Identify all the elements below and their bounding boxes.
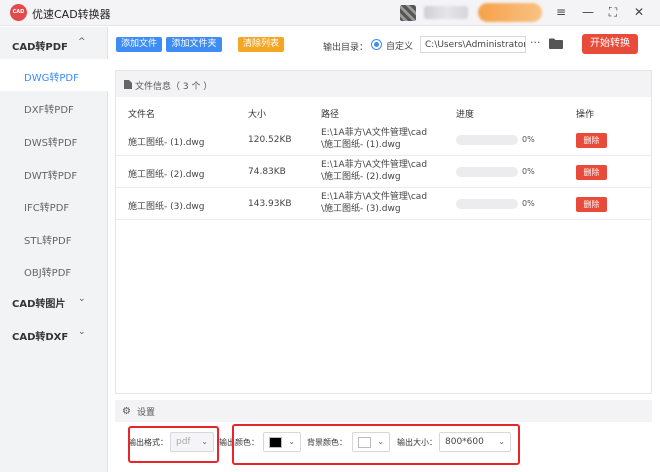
file-path: E:\1A菲方\A文件管理\cad \施工图纸- (3).dwg xyxy=(321,191,427,215)
app-title: 优速CAD转换器 xyxy=(32,8,111,21)
vip-badge-blurred[interactable] xyxy=(478,3,542,22)
file-path: E:\1A菲方\A文件管理\cad \施工图纸- (2).dwg xyxy=(321,159,427,183)
file-list-panel: 文件信息（ 3 个 ） 文件名 大小 路径 进度 操作 施工图纸- (1).dw… xyxy=(115,70,652,394)
chevron-up-icon: ^ xyxy=(78,37,86,47)
file-size: 120.52KB xyxy=(248,135,292,145)
sidebar-item-label: IFC转PDF xyxy=(24,203,70,214)
add-file-button[interactable]: 添加文件 xyxy=(116,37,162,52)
file-path-line: \施工图纸- (1).dwg xyxy=(321,140,401,150)
folder-icon[interactable] xyxy=(549,38,563,49)
column-header-size: 大小 xyxy=(248,110,267,120)
progress-percent: 0% xyxy=(522,135,535,144)
add-folder-button[interactable]: 添加文件夹 xyxy=(166,37,222,52)
file-path-line: \施工图纸- (2).dwg xyxy=(321,172,401,182)
title-bar: CAD 优速CAD转换器 ≡ — ⛶ ✕ xyxy=(0,0,660,26)
column-header-path: 路径 xyxy=(321,110,340,120)
sidebar-item-stl-to-pdf[interactable]: STL转PDF xyxy=(0,222,108,254)
sidebar-group-label: CAD转PDF xyxy=(12,42,68,53)
column-header-action: 操作 xyxy=(576,110,595,120)
sidebar-group-label: CAD转图片 xyxy=(12,299,66,310)
output-dir-label: 输出目录： xyxy=(323,43,369,53)
sidebar-group-cad-to-dxf[interactable]: CAD转DXF ⌄ xyxy=(0,319,108,349)
progress-percent: 0% xyxy=(522,199,535,208)
user-name-blurred xyxy=(424,6,468,19)
clear-list-button[interactable]: 清除列表 xyxy=(238,37,284,52)
delete-button[interactable]: 删除 xyxy=(576,197,607,212)
sidebar-group-label: CAD转DXF xyxy=(12,332,69,343)
file-name: 施工图纸- (3).dwg xyxy=(128,202,205,212)
file-path-line: E:\1A菲方\A文件管理\cad xyxy=(321,192,428,202)
sidebar-item-label: DWT转PDF xyxy=(24,171,78,182)
file-path-line: \施工图纸- (3).dwg xyxy=(321,204,401,214)
sidebar-item-label: DXF转PDF xyxy=(24,105,74,116)
file-path: E:\1A菲方\A文件管理\cad \施工图纸- (1).dwg xyxy=(321,127,427,151)
delete-button[interactable]: 删除 xyxy=(576,133,607,148)
file-name: 施工图纸- (1).dwg xyxy=(128,138,205,148)
gear-icon: ⚙ xyxy=(122,406,131,417)
output-path-input[interactable] xyxy=(420,36,526,53)
menu-icon[interactable]: ≡ xyxy=(553,4,569,20)
file-name: 施工图纸- (2).dwg xyxy=(128,170,205,180)
file-info-title: 文件信息（ 3 个 ） xyxy=(135,82,213,92)
sidebar-group-cad-to-pdf[interactable]: CAD转PDF ^ xyxy=(0,29,108,59)
more-options-icon[interactable]: ··· xyxy=(530,36,541,49)
progress-percent: 0% xyxy=(522,167,535,176)
highlight-box-colors-size xyxy=(232,424,520,465)
table-row: 施工图纸- (2).dwg 74.83KB E:\1A菲方\A文件管理\cad … xyxy=(116,156,651,188)
file-size: 143.93KB xyxy=(248,199,292,209)
table-row: 施工图纸- (3).dwg 143.93KB E:\1A菲方\A文件管理\cad… xyxy=(116,188,651,220)
file-icon xyxy=(124,80,132,89)
file-info-header: 文件信息（ 3 个 ） xyxy=(116,71,651,97)
delete-button[interactable]: 删除 xyxy=(576,165,607,180)
file-size: 74.83KB xyxy=(248,167,286,177)
custom-dir-label[interactable]: 自定义 xyxy=(386,39,413,52)
sidebar-group-cad-to-image[interactable]: CAD转图片 ⌄ xyxy=(0,286,108,316)
sidebar-item-dwt-to-pdf[interactable]: DWT转PDF xyxy=(0,157,108,189)
close-icon[interactable]: ✕ xyxy=(631,4,647,20)
chevron-down-icon: ⌄ xyxy=(78,294,86,304)
maximize-icon[interactable]: ⛶ xyxy=(605,4,621,20)
custom-dir-radio[interactable] xyxy=(371,39,382,50)
file-path-line: E:\1A菲方\A文件管理\cad xyxy=(321,128,428,138)
sidebar-item-label: DWS转PDF xyxy=(24,138,78,149)
sidebar-item-label: DWG转PDF xyxy=(24,73,79,84)
start-convert-button[interactable]: 开始转换 xyxy=(582,34,638,54)
file-path-line: E:\1A菲方\A文件管理\cad xyxy=(321,160,428,170)
app-logo: CAD xyxy=(10,4,27,21)
table-row: 施工图纸- (1).dwg 120.52KB E:\1A菲方\A文件管理\cad… xyxy=(116,124,651,156)
sidebar: CAD转PDF ^ DWG转PDF DXF转PDF DWS转PDF DWT转PD… xyxy=(0,27,108,472)
settings-header: ⚙ 设置 xyxy=(115,400,652,422)
minimize-icon[interactable]: — xyxy=(580,4,596,20)
user-avatar[interactable] xyxy=(400,5,416,21)
toolbar: 添加文件 添加文件夹 清除列表 输出目录： 自定义 ··· 开始转换 xyxy=(108,27,660,63)
chevron-down-icon: ⌄ xyxy=(78,327,86,337)
highlight-box-format xyxy=(128,426,219,463)
sidebar-item-label: STL转PDF xyxy=(24,236,72,247)
settings-title: 设置 xyxy=(137,408,156,418)
sidebar-item-label: OBJ转PDF xyxy=(24,268,72,279)
progress-bar xyxy=(456,135,518,145)
sidebar-item-obj-to-pdf[interactable]: OBJ转PDF xyxy=(0,254,108,286)
column-header-progress: 进度 xyxy=(456,110,475,120)
sidebar-item-dxf-to-pdf[interactable]: DXF转PDF xyxy=(0,91,108,123)
sidebar-item-dws-to-pdf[interactable]: DWS转PDF xyxy=(0,124,108,156)
sidebar-item-ifc-to-pdf[interactable]: IFC转PDF xyxy=(0,189,108,221)
sidebar-item-dwg-to-pdf[interactable]: DWG转PDF xyxy=(0,59,108,91)
column-header-name: 文件名 xyxy=(128,110,156,120)
progress-bar xyxy=(456,199,518,209)
progress-bar xyxy=(456,167,518,177)
